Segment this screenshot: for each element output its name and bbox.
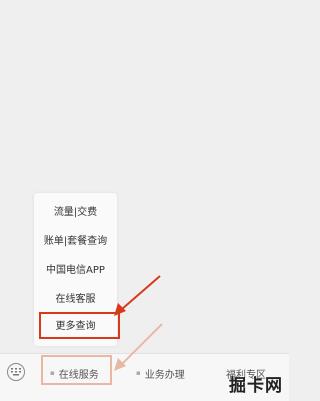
menu-item-online-support[interactable]: 在线客服 [34, 286, 117, 308]
keyboard-toggle-icon[interactable] [7, 363, 25, 381]
menu-item-bill-package-query[interactable]: 账单|套餐查询 [34, 228, 117, 250]
arrow-to-more-queries-icon [114, 275, 161, 316]
tab-business-handling[interactable]: ▪ 业务办理 [136, 362, 185, 384]
tab-label: 业务办理 [144, 369, 185, 381]
menu-item-traffic-payment[interactable]: 流量|交费 [34, 199, 117, 221]
menu-dot-icon: ▪ [136, 369, 141, 377]
more-queries-highlight-box [39, 312, 120, 339]
site-watermark: 掘卡网 [229, 376, 283, 396]
online-service-highlight-box [41, 355, 112, 385]
menu-item-china-telecom-app[interactable]: 中国电信APP [34, 257, 117, 279]
